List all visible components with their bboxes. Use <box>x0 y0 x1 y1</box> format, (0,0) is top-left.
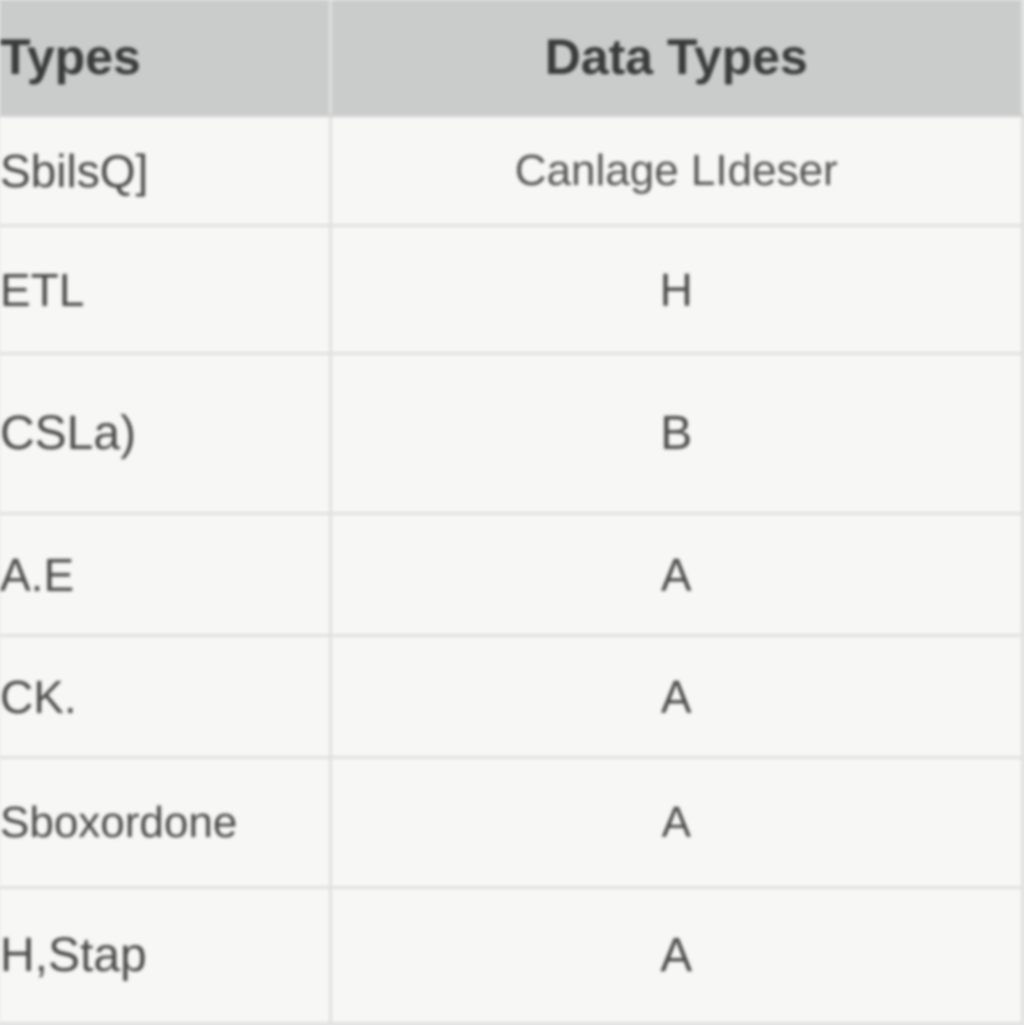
cell-data-types: A <box>330 758 1023 888</box>
cell-data-types: A <box>330 636 1023 758</box>
table-row: ETL H <box>0 226 1023 354</box>
table-row: A.E A <box>0 514 1023 636</box>
table-header-row: Types Data Types <box>0 0 1023 116</box>
cell-data-types: B <box>330 354 1023 514</box>
cell-types: CSLa) <box>0 354 330 514</box>
cell-types: A.E <box>0 514 330 636</box>
cell-data-types: A <box>330 888 1023 1024</box>
cell-data-types: H <box>330 226 1023 354</box>
data-types-table: Types Data Types SbilsQ] Canlage LIdeser… <box>0 0 1024 1025</box>
header-types: Types <box>0 0 330 116</box>
header-data-types: Data Types <box>330 0 1023 116</box>
table-row: Sboxordone A <box>0 758 1023 888</box>
cell-types: CK. <box>0 636 330 758</box>
cell-types: ETL <box>0 226 330 354</box>
cell-types: SbilsQ] <box>0 116 330 226</box>
cell-types: H,Stap <box>0 888 330 1024</box>
cell-data-types: Canlage LIdeser <box>330 116 1023 226</box>
cell-types: Sboxordone <box>0 758 330 888</box>
table-row: CK. A <box>0 636 1023 758</box>
table-row: CSLa) B <box>0 354 1023 514</box>
cell-data-types: A <box>330 514 1023 636</box>
table-row: SbilsQ] Canlage LIdeser <box>0 116 1023 226</box>
table-row: H,Stap A <box>0 888 1023 1024</box>
